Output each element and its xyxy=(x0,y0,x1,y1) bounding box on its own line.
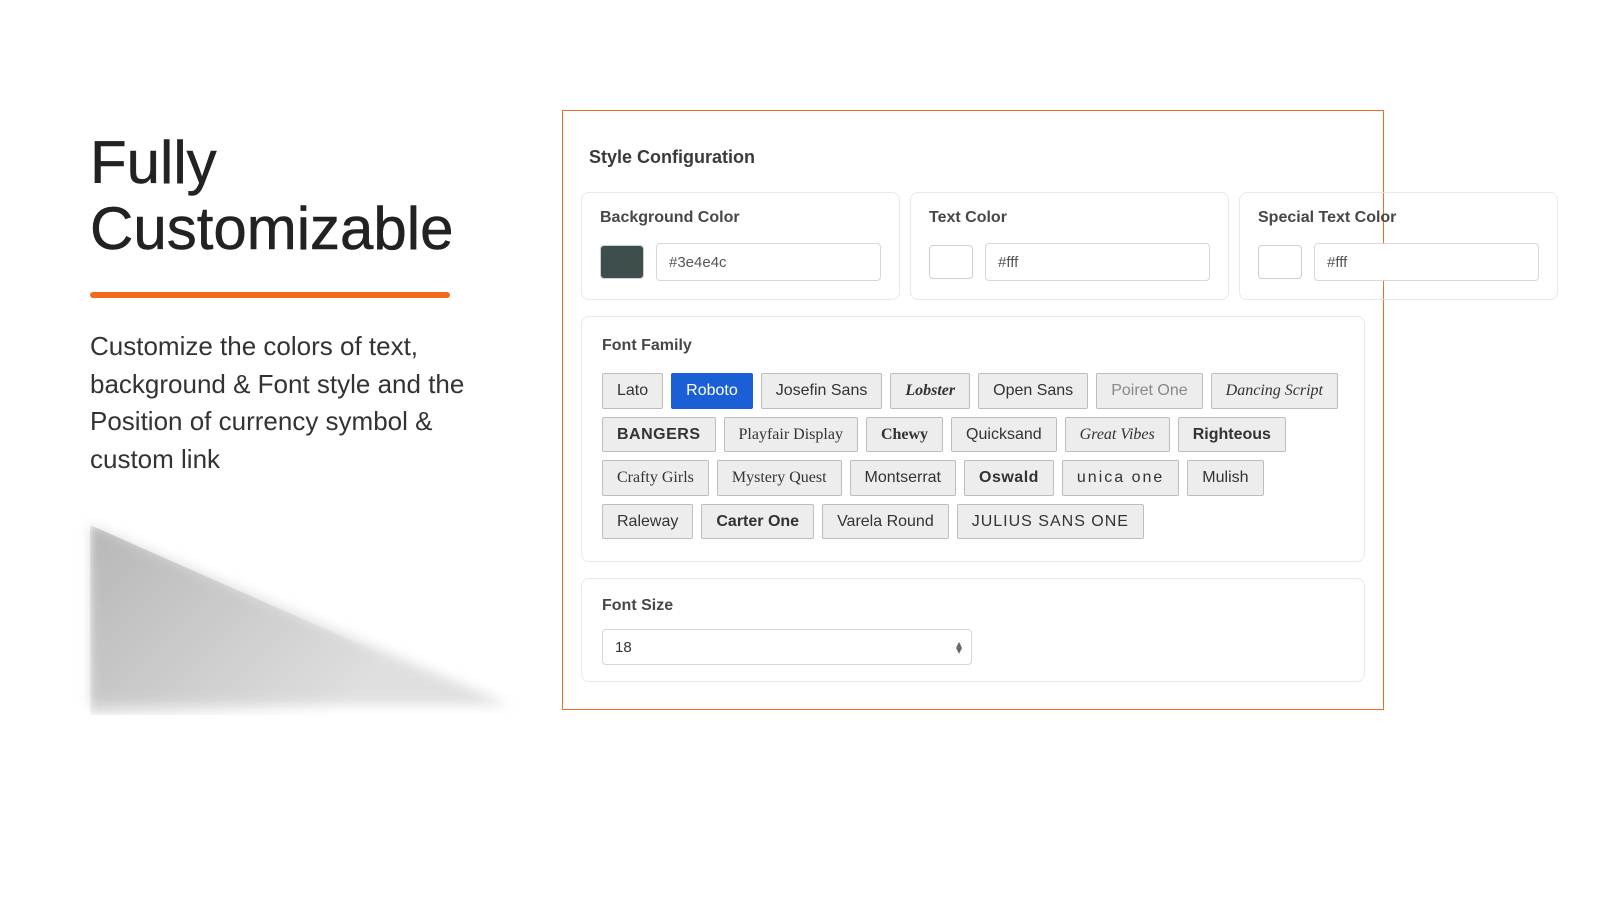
font-option-righteous[interactable]: Righteous xyxy=(1178,417,1286,453)
font-option-open-sans[interactable]: Open Sans xyxy=(978,373,1088,409)
font-family-options: LatoRobotoJosefin SansLobsterOpen SansPo… xyxy=(602,373,1344,539)
font-family-card: Font Family LatoRobotoJosefin SansLobste… xyxy=(581,316,1365,562)
font-option-josefin-sans[interactable]: Josefin Sans xyxy=(761,373,883,409)
background-color-card: Background Color xyxy=(581,192,900,300)
headline-line2: Customizable xyxy=(90,195,454,262)
font-option-bangers[interactable]: BANGERS xyxy=(602,417,716,453)
font-option-playfair-display[interactable]: Playfair Display xyxy=(724,417,858,453)
headline-line1: Fully xyxy=(90,129,217,196)
text-color-card: Text Color xyxy=(910,192,1229,300)
font-option-montserrat[interactable]: Montserrat xyxy=(850,460,956,496)
style-config-panel: Style Configuration Background Color Tex… xyxy=(562,110,1384,710)
font-option-mulish[interactable]: Mulish xyxy=(1187,460,1263,496)
font-option-roboto[interactable]: Roboto xyxy=(671,373,753,409)
font-size-select[interactable] xyxy=(602,629,972,665)
font-option-varela-round[interactable]: Varela Round xyxy=(822,504,949,540)
font-option-lato[interactable]: Lato xyxy=(602,373,663,409)
text-color-label: Text Color xyxy=(929,209,1210,227)
background-color-swatch[interactable] xyxy=(600,245,644,279)
font-option-mystery-quest[interactable]: Mystery Quest xyxy=(717,460,842,496)
font-size-card: Font Size ▴▾ xyxy=(581,578,1365,682)
font-option-poiret-one[interactable]: Poiret One xyxy=(1096,373,1202,409)
font-option-quicksand[interactable]: Quicksand xyxy=(951,417,1057,453)
text-color-input[interactable] xyxy=(985,243,1210,281)
font-option-dancing-script[interactable]: Dancing Script xyxy=(1211,373,1338,409)
description-text: Customize the colors of text, background… xyxy=(90,328,490,479)
font-option-unica-one[interactable]: unica one xyxy=(1062,460,1179,496)
font-option-carter-one[interactable]: Carter One xyxy=(701,504,814,540)
font-option-chewy[interactable]: Chewy xyxy=(866,417,943,453)
font-option-julius-sans-one[interactable]: JULIUS SANS ONE xyxy=(957,504,1144,540)
font-option-oswald[interactable]: Oswald xyxy=(964,460,1054,496)
headline: Fully Customizable xyxy=(90,130,490,262)
background-color-input[interactable] xyxy=(656,243,881,281)
font-option-great-vibes[interactable]: Great Vibes xyxy=(1065,417,1170,453)
font-option-crafty-girls[interactable]: Crafty Girls xyxy=(602,460,709,496)
special-text-color-label: Special Text Color xyxy=(1258,209,1539,227)
color-cards-row: Background Color Text Color Special Text… xyxy=(581,192,1365,300)
font-option-lobster[interactable]: Lobster xyxy=(890,373,970,409)
text-color-swatch[interactable] xyxy=(929,245,973,279)
font-family-label: Font Family xyxy=(602,337,1344,355)
special-text-color-input[interactable] xyxy=(1314,243,1539,281)
special-text-color-card: Special Text Color xyxy=(1239,192,1558,300)
font-size-label: Font Size xyxy=(602,597,1344,615)
headline-underline xyxy=(90,292,450,298)
background-color-label: Background Color xyxy=(600,209,881,227)
special-text-color-swatch[interactable] xyxy=(1258,245,1302,279)
font-option-raleway[interactable]: Raleway xyxy=(602,504,693,540)
panel-title: Style Configuration xyxy=(589,147,1365,168)
